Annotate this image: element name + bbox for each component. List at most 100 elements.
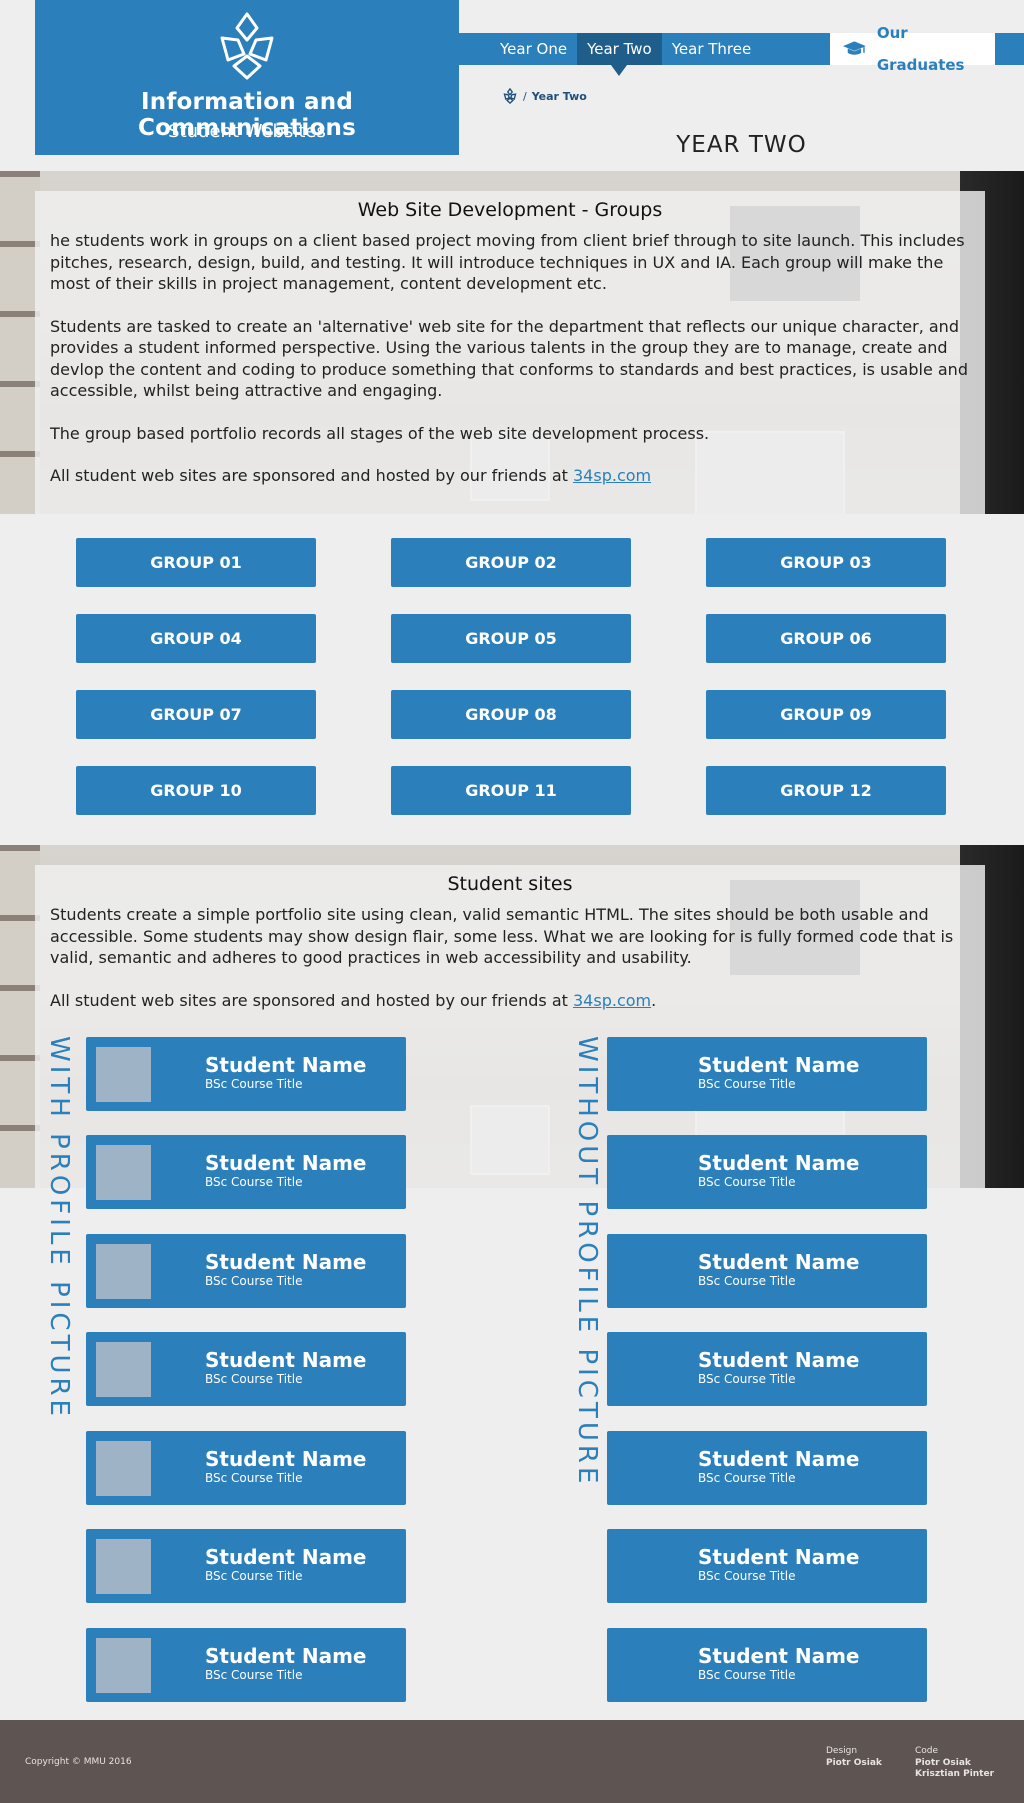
groups-paragraph-1: he students work in groups on a client b… [50,231,965,293]
sponsor-link[interactable]: 34sp.com [573,991,651,1010]
student-name: Student Name [698,1053,860,1077]
group-button-08[interactable]: GROUP 08 [391,690,631,739]
student-card-with-picture[interactable]: Student Name BSc Course Title [86,1332,406,1406]
year-nav: Year One Year Two Year Three [459,33,830,76]
our-graduates-button[interactable]: Our Graduates [830,24,995,74]
profile-picture-placeholder [96,1244,151,1299]
student-sites-paragraph: Students create a simple portfolio site … [50,905,954,967]
student-card-without-picture[interactable]: Student Name BSc Course Title [607,1431,927,1505]
designer-name: Piotr Osiak [826,1757,882,1768]
trefoil-logo-icon [220,12,274,80]
student-course: BSc Course Title [205,1668,303,1682]
student-course: BSc Course Title [205,1274,303,1288]
student-course: BSc Course Title [698,1175,796,1189]
student-name: Student Name [698,1545,860,1569]
sponsor-link[interactable]: 34sp.com [573,466,651,485]
groups-paragraph-3: The group based portfolio records all st… [50,423,710,443]
student-card-with-picture[interactable]: Student Name BSc Course Title [86,1037,406,1111]
group-button-09[interactable]: GROUP 09 [706,690,946,739]
student-card-with-picture[interactable]: Student Name BSc Course Title [86,1529,406,1603]
student-name: Student Name [205,1053,367,1077]
breadcrumb: / Year Two [502,88,587,104]
without-profile-picture-label: WITHOUT PROFILE PICTURE [572,1036,602,1488]
site-subtitle: Student Websites [168,121,326,142]
student-card-without-picture[interactable]: Student Name BSc Course Title [607,1135,927,1209]
groups-paragraph-2: Students are tasked to create an 'altern… [50,316,968,401]
groups-intro-panel: Web Site Development - Groups he student… [35,191,985,514]
group-button-12[interactable]: GROUP 12 [706,766,946,815]
group-button-01[interactable]: GROUP 01 [76,538,316,587]
student-course: BSc Course Title [698,1372,796,1386]
sponsor-text: All student web sites are sponsored and … [50,990,568,1010]
student-card-with-picture[interactable]: Student Name BSc Course Title [86,1135,406,1209]
graduation-cap-icon [842,41,866,55]
student-name: Student Name [205,1545,367,1569]
student-course: BSc Course Title [698,1569,796,1583]
group-button-11[interactable]: GROUP 11 [391,766,631,815]
student-course: BSc Course Title [698,1274,796,1288]
group-button-10[interactable]: GROUP 10 [76,766,316,815]
sponsor-suffix: . [651,990,657,1010]
nav-year-two[interactable]: Year Two [577,33,662,76]
group-button-07[interactable]: GROUP 07 [76,690,316,739]
student-course: BSc Course Title [205,1077,303,1091]
coder-name: Piotr Osiak [915,1757,971,1768]
group-button-05[interactable]: GROUP 05 [391,614,631,663]
page-title: YEAR TWO [676,132,807,158]
footer-code-credit: Code Piotr Osiak Krisztian Pinter [915,1746,994,1781]
footer-design-credit: Design Piotr Osiak [826,1746,882,1769]
student-name: Student Name [205,1447,367,1471]
coder-name: Krisztian Pinter [915,1769,995,1779]
student-card-with-picture[interactable]: Student Name BSc Course Title [86,1234,406,1308]
design-label: Design [826,1746,858,1756]
photo-shelf [0,171,40,514]
breadcrumb-current: Year Two [531,89,587,103]
group-button-03[interactable]: GROUP 03 [706,538,946,587]
student-name: Student Name [205,1250,367,1274]
profile-picture-placeholder [96,1638,151,1693]
student-course: BSc Course Title [205,1569,303,1583]
group-button-02[interactable]: GROUP 02 [391,538,631,587]
student-name: Student Name [205,1348,367,1372]
copyright: Copyright © MMU 2016 [25,1757,132,1767]
nav-end-cap [995,33,1024,65]
photo-shelf [0,845,40,1188]
profile-picture-placeholder [96,1441,151,1496]
student-course: BSc Course Title [698,1077,796,1091]
student-card-without-picture[interactable]: Student Name BSc Course Title [607,1628,927,1702]
site-logo-banner[interactable]: Information and Communications Student W… [35,0,459,155]
group-button-06[interactable]: GROUP 06 [706,614,946,663]
profile-picture-placeholder [96,1047,151,1102]
student-card-without-picture[interactable]: Student Name BSc Course Title [607,1529,927,1603]
student-sponsor-line: All student web sites are sponsored and … [50,990,970,1012]
group-button-04[interactable]: GROUP 04 [76,614,316,663]
breadcrumb-separator: / [523,89,527,103]
code-label: Code [915,1746,939,1756]
student-sites-heading: Student sites [447,873,573,895]
groups-heading: Web Site Development - Groups [357,199,663,221]
student-name: Student Name [698,1348,860,1372]
student-card-with-picture[interactable]: Student Name BSc Course Title [86,1431,406,1505]
student-card-without-picture[interactable]: Student Name BSc Course Title [607,1234,927,1308]
profile-picture-placeholder [96,1539,151,1594]
trefoil-home-icon[interactable] [502,88,518,104]
profile-picture-placeholder [96,1342,151,1397]
with-profile-picture-label: WITH PROFILE PICTURE [44,1036,74,1420]
student-card-without-picture[interactable]: Student Name BSc Course Title [607,1037,927,1111]
site-footer: Copyright © MMU 2016 Design Piotr Osiak … [0,1720,1024,1803]
student-name: Student Name [205,1151,367,1175]
student-name: Student Name [698,1250,860,1274]
student-name: Student Name [205,1644,367,1668]
student-name: Student Name [698,1151,860,1175]
student-name: Student Name [698,1447,860,1471]
student-card-with-picture[interactable]: Student Name BSc Course Title [86,1628,406,1702]
our-graduates-label: Our Graduates [876,24,965,74]
student-course: BSc Course Title [205,1372,303,1386]
student-course: BSc Course Title [698,1471,796,1485]
nav-year-three[interactable]: Year Three [662,33,762,65]
profile-picture-placeholder [96,1145,151,1200]
student-course: BSc Course Title [698,1668,796,1682]
student-card-without-picture[interactable]: Student Name BSc Course Title [607,1332,927,1406]
student-name: Student Name [698,1644,860,1668]
nav-year-one[interactable]: Year One [459,33,577,65]
